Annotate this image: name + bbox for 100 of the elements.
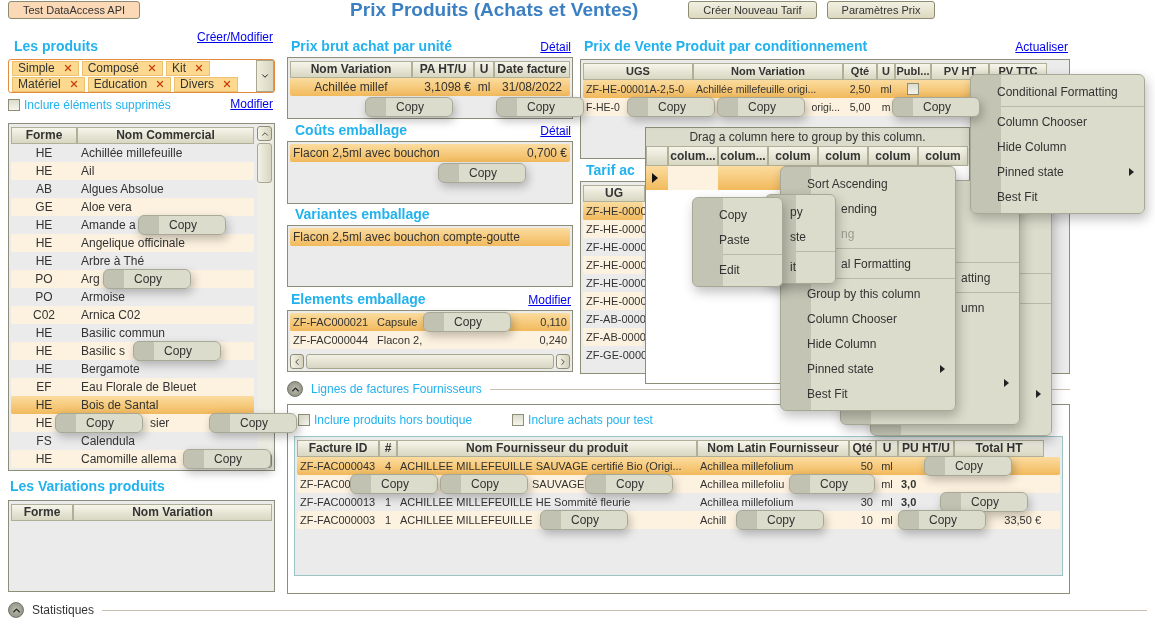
detail-link[interactable]: Détail (540, 40, 571, 54)
column-header[interactable]: Facture ID (297, 439, 379, 457)
menu-item[interactable]: Hide Column (781, 331, 955, 356)
copy-popup[interactable]: Copy (440, 474, 528, 494)
column-header[interactable]: U (876, 439, 898, 457)
column-header[interactable]: Nom Variation (290, 60, 412, 78)
copy-popup[interactable]: Copy (55, 413, 143, 433)
menu-item[interactable]: Copy (693, 202, 782, 227)
category-filter[interactable]: Simple Composé Kit Matériel Education Divers (8, 59, 275, 93)
checkbox[interactable] (8, 99, 20, 111)
remove-icon[interactable] (68, 79, 79, 89)
refresh-link[interactable]: Actualiser (1015, 40, 1068, 54)
column-header[interactable]: U (474, 60, 494, 78)
table-cell-text: PO (34, 290, 54, 304)
copy-popup[interactable]: Copy (138, 215, 226, 235)
copy-popup[interactable]: Copy (627, 97, 715, 117)
category-tag[interactable]: Composé (81, 60, 164, 76)
column-header[interactable]: UG (583, 184, 645, 202)
column-header[interactable]: colum (768, 146, 818, 166)
menu-item[interactable]: Pinned state (781, 356, 955, 381)
copy-popup[interactable]: Copy (438, 163, 526, 183)
category-tag[interactable]: Divers (174, 76, 239, 92)
column-header[interactable]: Nom Variation (73, 503, 272, 521)
column-header[interactable]: # (379, 439, 397, 457)
remove-icon[interactable] (194, 63, 205, 73)
column-header[interactable]: U (877, 62, 895, 80)
copy-popup[interactable]: Copy (717, 97, 805, 117)
menu-item[interactable]: Group by this column (781, 281, 955, 306)
create-modify-link[interactable]: Créer/Modifier (196, 30, 273, 44)
category-tag[interactable]: Kit (166, 60, 211, 76)
column-header[interactable]: colum (868, 146, 918, 166)
copy-popup[interactable]: Copy (940, 492, 1028, 512)
scroll-thumb[interactable] (257, 143, 272, 183)
copy-popup[interactable]: Copy (133, 341, 221, 361)
scroll-left-button[interactable] (290, 354, 304, 369)
menu-item[interactable]: Column Chooser (781, 306, 955, 331)
copy-popup[interactable]: Copy (892, 97, 980, 117)
header-button[interactable]: Test DataAccess API (8, 1, 141, 19)
header-button[interactable]: Créer Nouveau Tarif (688, 1, 817, 19)
column-header[interactable]: Publ... (895, 62, 931, 80)
checkbox[interactable] (512, 414, 525, 426)
menu-item[interactable]: Hide Column (971, 134, 1144, 159)
checkbox[interactable] (298, 414, 310, 426)
menu-item[interactable]: Edit (693, 257, 782, 282)
copy-popup[interactable]: Copy (924, 456, 1012, 476)
copy-popup[interactable]: Copy (365, 97, 453, 117)
category-tag[interactable]: Matériel (12, 76, 85, 92)
column-header[interactable]: Nom Latin Fournisseur (697, 439, 849, 457)
column-header[interactable]: Qté (849, 439, 876, 457)
menu-item[interactable]: Pinned state (971, 159, 1144, 184)
category-tag[interactable]: Education (87, 76, 172, 92)
scroll-up-button[interactable] (257, 126, 272, 141)
menu-item[interactable]: Sort Ascending (781, 171, 955, 196)
column-header[interactable]: Total HT (954, 439, 1044, 457)
column-header[interactable]: colum... (668, 146, 718, 166)
column-header[interactable]: Forme (11, 503, 73, 521)
column-header[interactable]: colum (818, 146, 868, 166)
remove-icon[interactable] (222, 79, 233, 89)
column-header[interactable]: PU HT/U (898, 439, 954, 457)
copy-popup[interactable]: Copy (183, 449, 271, 469)
menu-item[interactable]: Best Fit (971, 184, 1144, 209)
column-header[interactable]: Qté (843, 62, 877, 80)
remove-icon[interactable] (147, 63, 158, 73)
column-header[interactable]: Date facture (494, 60, 570, 78)
copy-popup[interactable]: Copy (540, 510, 628, 530)
column-header[interactable]: Nom Fournisseur du produit (397, 439, 697, 457)
remove-icon[interactable] (62, 63, 73, 73)
published-checkbox[interactable] (907, 83, 919, 95)
copy-popup[interactable]: Copy (898, 510, 986, 530)
copy-popup[interactable]: Copy (350, 474, 438, 494)
category-tag[interactable]: Simple (12, 60, 79, 76)
remove-icon[interactable] (155, 79, 166, 89)
copy-popup[interactable]: Copy (585, 474, 673, 494)
menu-item[interactable]: Paste (693, 227, 782, 252)
header-button[interactable]: Paramètres Prix (826, 1, 936, 19)
copy-popup[interactable]: Copy (789, 474, 875, 494)
column-header[interactable]: Nom Commercial (77, 126, 254, 144)
column-header[interactable]: PA HT/U (412, 60, 474, 78)
copy-popup[interactable]: Copy (736, 510, 824, 530)
column-header[interactable]: Nom Variation (693, 62, 843, 80)
table-cell-text: Ail (80, 164, 96, 178)
collapse-button[interactable] (287, 381, 303, 397)
copy-popup[interactable]: Copy (103, 269, 191, 289)
scroll-thumb[interactable] (306, 354, 554, 369)
copy-popup[interactable]: Copy (209, 413, 297, 433)
modify-link[interactable]: Modifier (528, 293, 571, 307)
column-header[interactable]: colum... (718, 146, 768, 166)
column-header[interactable]: PV HT (931, 62, 989, 80)
menu-item[interactable]: Best Fit (781, 381, 955, 406)
table-cell-text: Amande a (80, 218, 137, 232)
column-header[interactable]: UGS (583, 62, 693, 80)
copy-popup[interactable]: Copy (496, 97, 584, 117)
column-header[interactable]: colum (918, 146, 968, 166)
collapse-button[interactable] (8, 602, 24, 618)
dropdown-button[interactable] (256, 60, 274, 92)
copy-popup[interactable]: Copy (423, 312, 511, 332)
modify-link[interactable]: Modifier (230, 97, 273, 113)
scroll-right-button[interactable] (556, 354, 570, 369)
detail-link[interactable]: Détail (540, 124, 571, 138)
column-header[interactable]: Forme (11, 126, 77, 144)
